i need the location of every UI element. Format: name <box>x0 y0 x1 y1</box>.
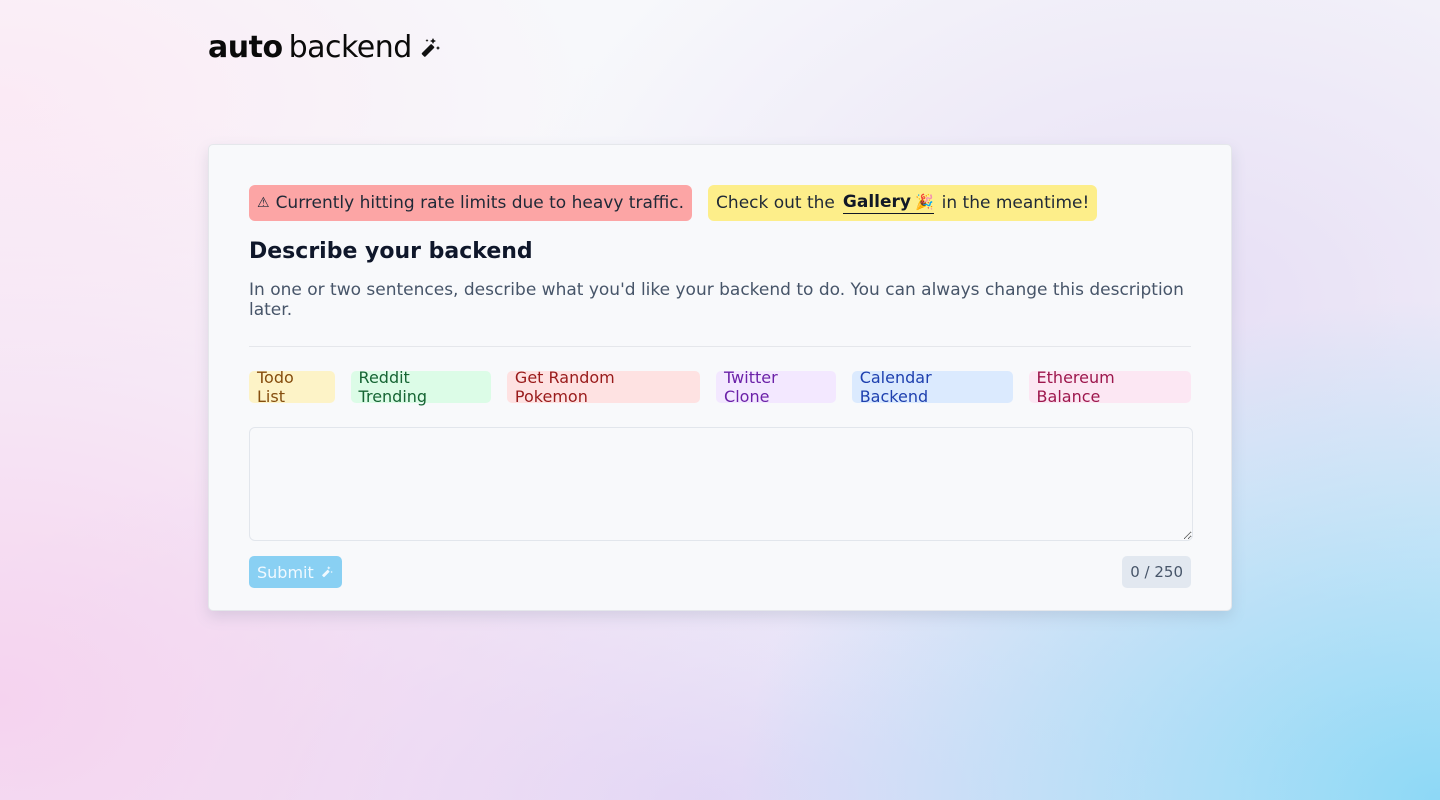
example-chip-twitter-clone[interactable]: Twitter Clone <box>716 368 836 406</box>
gallery-suffix: in the meantime! <box>941 193 1090 213</box>
magic-wand-icon <box>321 566 333 578</box>
character-counter: 0 / 250 <box>1122 556 1191 588</box>
gallery-prefix: Check out the <box>716 193 835 213</box>
example-chip-todo-list[interactable]: Todo List <box>249 368 335 406</box>
example-chip-reddit-trending[interactable]: Reddit Trending <box>350 368 491 406</box>
form-title: Describe your backend <box>249 239 533 264</box>
gallery-link-label: Gallery <box>842 192 911 212</box>
form-subtitle: In one or two sentences, describe what y… <box>249 280 1184 320</box>
example-chip-ethereum-balance[interactable]: Ethereum Balance <box>1028 368 1191 406</box>
divider <box>249 346 1191 347</box>
submit-label: Submit <box>257 562 314 582</box>
submit-button[interactable]: Submit <box>249 556 342 588</box>
logo[interactable]: auto backend <box>208 30 442 65</box>
example-chip-calendar-backend[interactable]: Calendar Backend <box>851 368 1013 406</box>
logo-light: backend <box>288 30 413 65</box>
example-chip-get-random-pokemon[interactable]: Get Random Pokemon <box>506 368 701 406</box>
description-textarea[interactable] <box>249 427 1193 541</box>
gallery-banner: Check out the Gallery 🎉 in the meantime! <box>708 185 1098 221</box>
rate-limit-banner: ⚠ Currently hitting rate limits due to h… <box>249 185 693 221</box>
warning-icon: ⚠ <box>257 195 270 211</box>
gallery-link[interactable]: Gallery 🎉 <box>842 192 934 214</box>
party-popper-icon: 🎉 <box>914 193 934 211</box>
example-chips: Todo List Reddit Trending Get Random Pok… <box>249 368 1191 406</box>
describe-card: ⚠ Currently hitting rate limits due to h… <box>208 144 1232 611</box>
magic-wand-icon <box>421 37 440 57</box>
rate-limit-text: Currently hitting rate limits due to hea… <box>275 193 685 213</box>
logo-bold: auto <box>208 30 283 65</box>
